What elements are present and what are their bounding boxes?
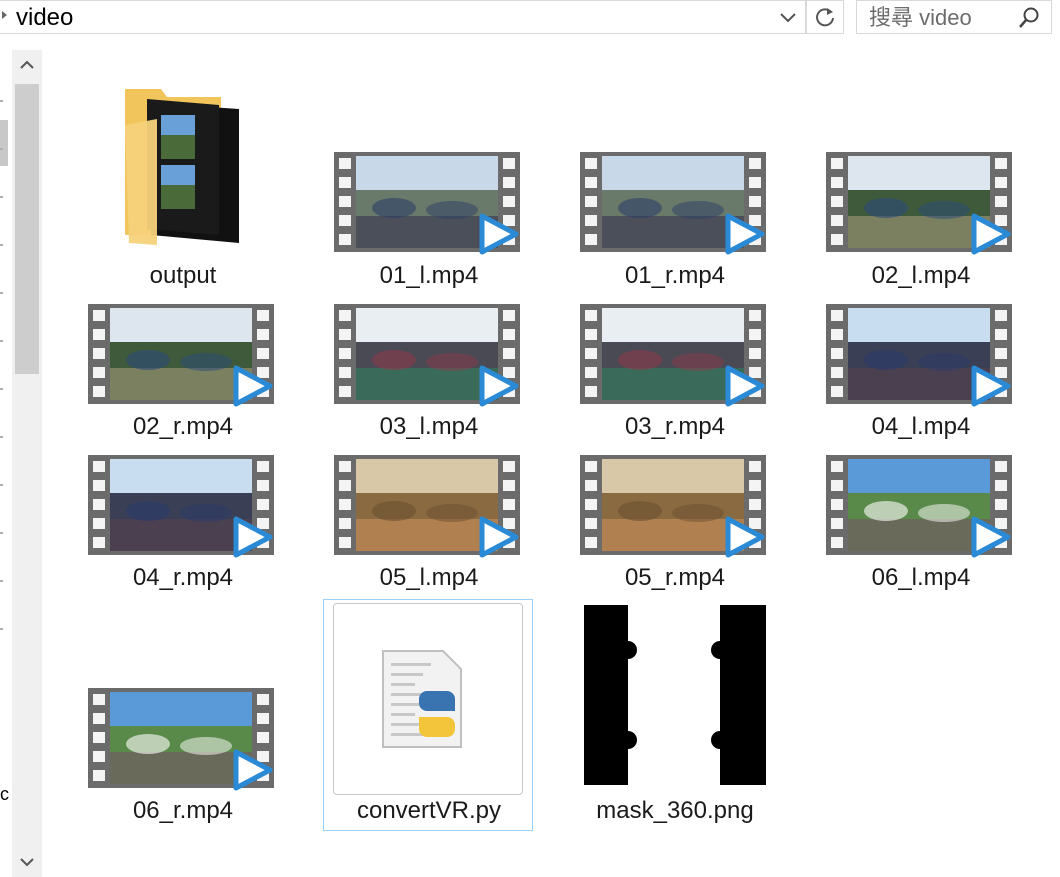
file-item[interactable]: 06_r.mp4 xyxy=(83,0,283,877)
nav-tree-marker xyxy=(0,628,3,630)
mask-image-icon xyxy=(584,605,766,785)
file-item[interactable]: 06_l.mp4 xyxy=(821,0,1021,877)
scroll-thumb[interactable] xyxy=(15,84,39,374)
address-path[interactable]: video xyxy=(16,4,73,32)
nav-tree-marker xyxy=(0,244,3,246)
file-item[interactable]: mask_360.png xyxy=(575,0,775,877)
nav-pane-truncated-text: c xyxy=(0,784,9,804)
scroll-up-button[interactable] xyxy=(12,50,42,80)
nav-tree-marker xyxy=(0,148,3,150)
nav-tree-marker xyxy=(0,388,3,390)
video-thumbnail-icon xyxy=(88,688,274,791)
file-thumbnail[interactable] xyxy=(584,605,784,790)
file-name-label: 06_l.mp4 xyxy=(871,564,971,591)
breadcrumb-arrow-icon[interactable] xyxy=(2,11,7,19)
video-thumbnail-icon xyxy=(826,455,1012,558)
nav-tree-marker xyxy=(0,292,3,294)
nav-tree-marker xyxy=(0,436,3,438)
scroll-down-button[interactable] xyxy=(12,847,42,877)
nav-scrollbar[interactable] xyxy=(0,120,8,166)
file-name-label: convertVR.py xyxy=(356,797,502,824)
nav-tree-marker xyxy=(0,100,3,102)
nav-tree-marker xyxy=(0,340,3,342)
address-dropdown-button[interactable] xyxy=(774,5,802,31)
vertical-scrollbar[interactable] xyxy=(12,50,42,877)
nav-tree-marker xyxy=(0,580,3,582)
nav-tree-marker xyxy=(0,484,3,486)
file-thumbnail[interactable] xyxy=(88,688,288,793)
python-file-icon xyxy=(382,650,462,748)
chevron-down-icon xyxy=(20,858,34,867)
file-name-label: mask_360.png xyxy=(596,797,754,824)
nav-tree-marker xyxy=(0,532,3,534)
navigation-pane xyxy=(0,36,12,877)
file-item[interactable]: convertVR.py xyxy=(323,0,533,877)
chevron-up-icon xyxy=(20,60,34,69)
file-name-label: 06_r.mp4 xyxy=(132,797,234,824)
file-thumbnail[interactable] xyxy=(826,455,1026,560)
chevron-down-icon xyxy=(780,13,796,23)
nav-tree-marker xyxy=(0,196,3,198)
